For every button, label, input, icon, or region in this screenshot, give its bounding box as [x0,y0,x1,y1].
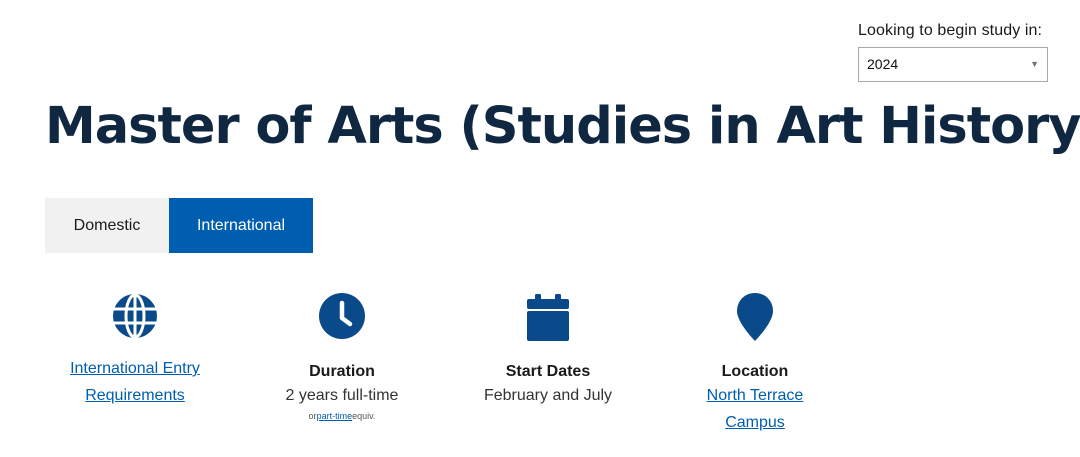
map-pin-icon [675,292,835,346]
duration-note-prefix: or [308,411,317,421]
location-link[interactable]: North Terrace [707,387,804,404]
tab-domestic[interactable]: Domestic [45,198,169,253]
duration-title: Duration [309,363,375,380]
duration-value: 2 years full-time [285,387,399,404]
start-dates-value: February and July [483,387,613,404]
study-year-selector: Looking to begin study in: 2024 ▼ [858,21,1048,82]
fact-start-dates: Start Dates February and July [468,292,628,409]
location-link-2[interactable]: Campus [725,414,785,431]
part-time-link[interactable]: part-time [317,411,353,421]
tab-international[interactable]: International [169,198,313,253]
study-year-dropdown[interactable]: 2024 ▼ [858,47,1048,82]
entry-requirements-link-2[interactable]: Requirements [85,387,185,404]
entry-requirements-link[interactable]: International Entry [70,360,200,377]
study-year-value: 2024 [867,56,899,72]
study-year-label: Looking to begin study in: [858,22,1043,39]
fact-duration: Duration 2 years full-time orpart-timeeq… [262,292,422,423]
calendar-icon [468,292,628,346]
clock-icon [262,292,422,346]
fact-entry-requirements: International Entry Requirements [55,292,215,409]
key-facts: International Entry Requirements Duratio… [0,292,1080,452]
globe-icon [55,292,215,346]
chevron-down-icon: ▼ [1030,59,1039,69]
start-dates-title: Start Dates [505,363,591,380]
page-title: Master of Arts (Studies in Art History) [45,97,1080,156]
fact-location: Location North Terrace Campus [675,292,835,436]
duration-note: orpart-timeequiv. [262,409,422,423]
duration-note-suffix: equiv. [352,411,376,421]
residency-tabs: Domestic International [45,198,313,253]
location-title: Location [721,363,789,380]
